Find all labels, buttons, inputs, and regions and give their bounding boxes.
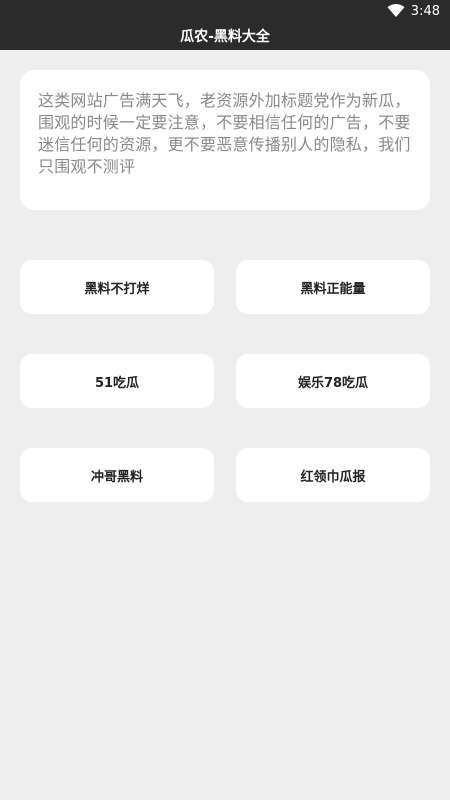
link-button-chongge-heiliao[interactable]: 冲哥黑料	[20, 448, 214, 502]
link-button-heiliao-budayang[interactable]: 黑料不打烊	[20, 260, 214, 314]
link-button-label: 娱乐78吃瓜	[297, 375, 369, 391]
app-title-bar: 瓜农-黑料大全	[0, 22, 450, 50]
link-button-label: 红领巾瓜报	[300, 469, 366, 485]
link-button-honglingjin-guabao[interactable]: 红领巾瓜报	[236, 448, 430, 502]
link-button-label: 冲哥黑料	[90, 469, 143, 485]
status-bar: 3:48	[0, 0, 450, 22]
app-title: 瓜农-黑料大全	[180, 29, 270, 45]
link-button-51-chigua[interactable]: 51吃瓜	[20, 354, 214, 408]
link-button-label: 51吃瓜	[94, 375, 140, 391]
wifi-icon	[387, 4, 405, 17]
link-button-heiliao-zhengnengliang[interactable]: 黑料正能量	[236, 260, 430, 314]
notice-text: 这类网站广告满天飞，老资源外加标题党作为新瓜，围观的时候一定要注意，不要相信任何…	[38, 91, 411, 176]
notice-card: 这类网站广告满天飞，老资源外加标题党作为新瓜，围观的时候一定要注意，不要相信任何…	[20, 70, 430, 210]
status-time: 3:48	[410, 3, 440, 19]
link-button-yule78-chigua[interactable]: 娱乐78吃瓜	[236, 354, 430, 408]
link-button-label: 黑料不打烊	[84, 281, 150, 297]
link-button-label: 黑料正能量	[300, 281, 366, 297]
